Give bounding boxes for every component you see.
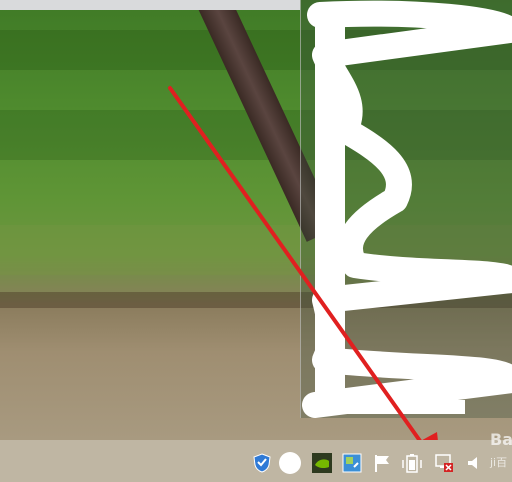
nvidia-icon[interactable] <box>312 453 332 473</box>
annotation-arrow <box>168 86 441 470</box>
watermark-logo: Ba <box>490 430 512 449</box>
shield-icon[interactable] <box>252 453 272 473</box>
flag-icon[interactable] <box>372 453 392 473</box>
network-monitor-icon[interactable] <box>342 453 362 473</box>
watermark-text: ji百 <box>490 456 508 469</box>
battery-icon[interactable] <box>402 453 422 473</box>
circle-icon[interactable] <box>279 452 301 474</box>
volume-icon[interactable] <box>464 453 484 473</box>
network-error-icon[interactable] <box>434 453 454 473</box>
